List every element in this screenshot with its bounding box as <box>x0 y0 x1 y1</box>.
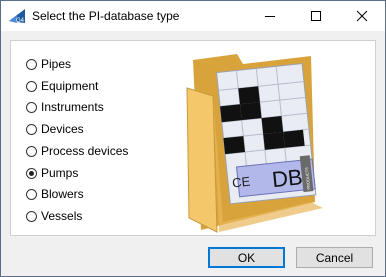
radio-circle[interactable] <box>26 188 37 200</box>
radio-instruments[interactable]: Instruments <box>26 98 104 116</box>
radio-label: Equipment <box>41 79 99 93</box>
database-folder-illustration: DB CE PRODUCTS <box>186 54 323 233</box>
radio-label: Process devices <box>41 144 129 158</box>
radio-blowers[interactable]: Blowers <box>26 185 84 203</box>
radio-circle-selected[interactable] <box>26 167 37 179</box>
minimize-button[interactable] <box>247 1 293 31</box>
radio-label: Pumps <box>41 166 79 180</box>
radio-pumps[interactable]: Pumps <box>26 164 78 182</box>
radio-circle[interactable] <box>26 80 37 92</box>
radio-label: Devices <box>41 122 84 136</box>
radio-process-devices[interactable]: Process devices <box>26 142 128 160</box>
title-bar[interactable]: G4 Select the PI-database type <box>1 1 385 31</box>
radio-label: Pipes <box>41 57 72 71</box>
app-icon: G4 <box>9 9 25 24</box>
minimize-icon <box>265 16 275 17</box>
close-button[interactable] <box>339 1 385 31</box>
db-label: DB <box>271 164 304 192</box>
close-icon <box>356 10 368 22</box>
maximize-icon <box>311 11 321 21</box>
radio-circle[interactable] <box>26 123 37 135</box>
radio-devices[interactable]: Devices <box>26 120 84 138</box>
radio-label: Vessels <box>41 209 83 223</box>
ok-button[interactable]: OK <box>208 247 285 268</box>
cancel-button[interactable]: Cancel <box>296 247 373 268</box>
radio-label: Instruments <box>41 100 104 114</box>
radio-label: Blowers <box>41 187 84 201</box>
radio-circle[interactable] <box>26 58 37 70</box>
svg-text:G4: G4 <box>16 18 25 24</box>
radio-pipes[interactable]: Pipes <box>26 55 71 73</box>
side-label: CE <box>231 174 251 191</box>
radio-circle[interactable] <box>26 210 37 222</box>
radio-circle[interactable] <box>26 101 37 113</box>
maximize-button[interactable] <box>293 1 339 31</box>
window-title: Select the PI-database type <box>32 9 180 23</box>
radio-equipment[interactable]: Equipment <box>26 77 98 95</box>
dialog-window: G4 Select the PI-database type Pipes Equ… <box>0 0 386 277</box>
radio-circle[interactable] <box>26 145 37 157</box>
radio-vessels[interactable]: Vessels <box>26 207 82 225</box>
